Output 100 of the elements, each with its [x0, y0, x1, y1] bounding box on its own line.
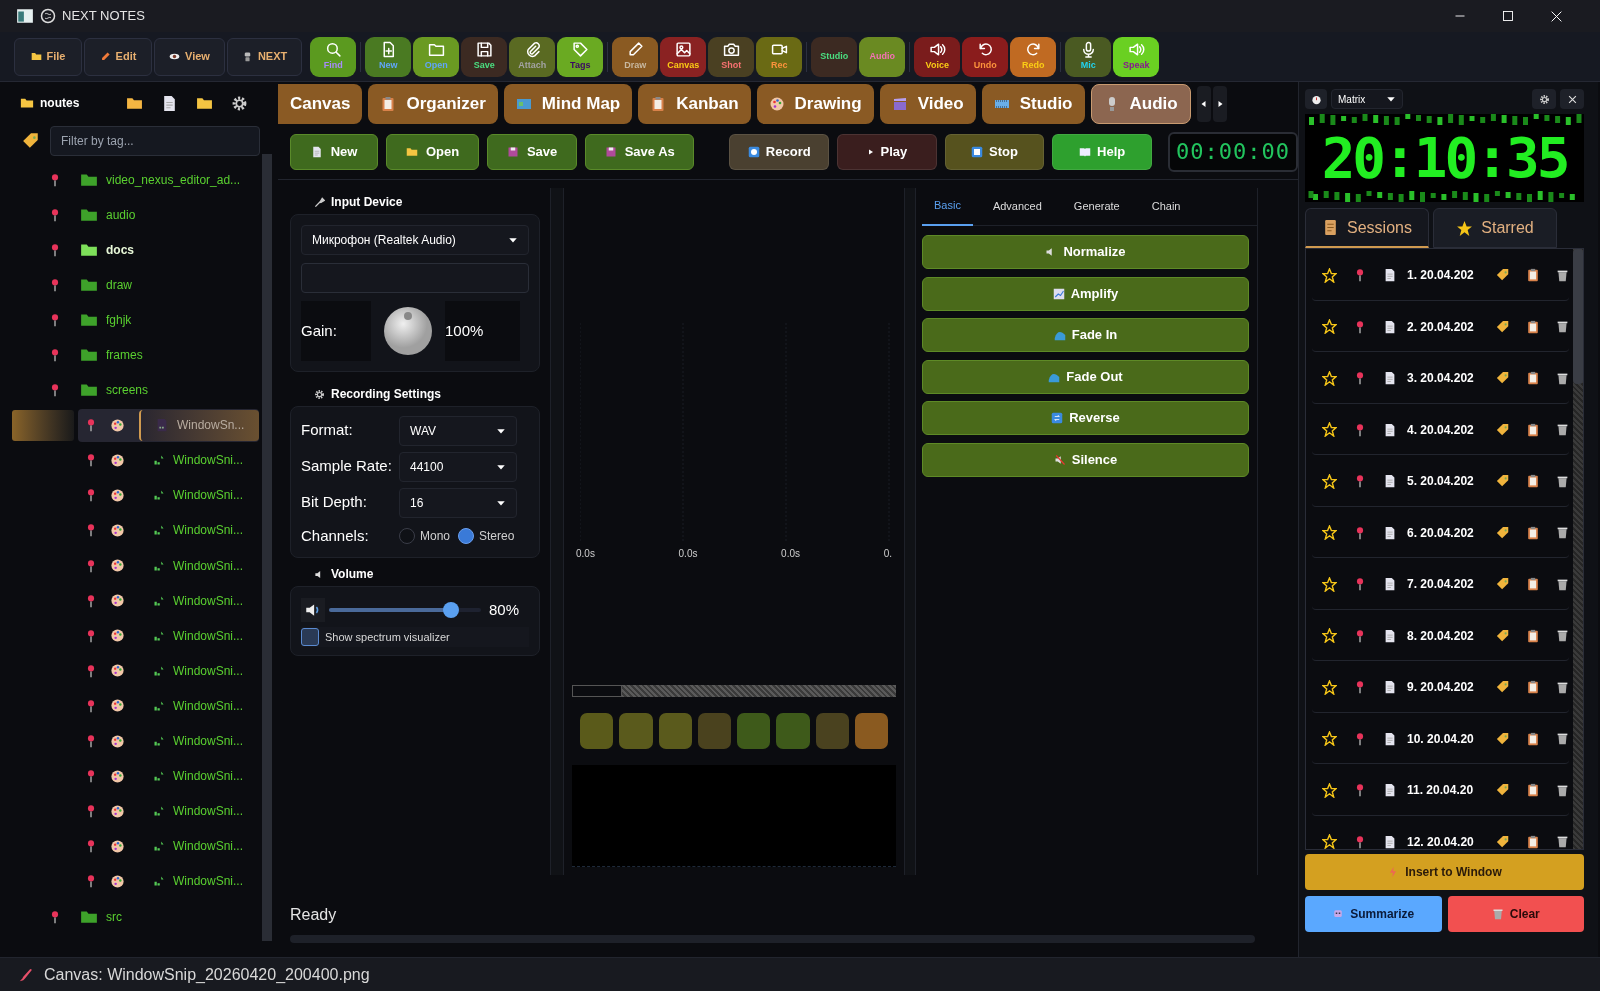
file-name[interactable]: WindowSni... [173, 451, 244, 470]
input-field[interactable] [301, 263, 529, 293]
folder-name[interactable]: video_nexus_editor_ad... [106, 170, 241, 189]
pad-button[interactable] [776, 713, 810, 749]
tab[interactable]: Organizer [368, 84, 498, 124]
toolbar-button[interactable]: Mic [1065, 36, 1112, 77]
file-name[interactable]: WindowSn... [139, 409, 259, 441]
tab[interactable]: Starred [1433, 208, 1557, 248]
toolbar-button[interactable]: Save [461, 36, 508, 77]
tab[interactable]: Mind Map [503, 84, 633, 124]
file-name[interactable]: WindowSni... [173, 626, 244, 645]
toolbar-button[interactable]: Undo [962, 36, 1009, 77]
pad-button[interactable] [854, 713, 888, 749]
file-name[interactable]: WindowSni... [173, 521, 244, 540]
menu-button[interactable]: Edit [84, 37, 152, 76]
file-name[interactable]: WindowSni... [173, 696, 244, 715]
file-name[interactable]: WindowSni... [173, 486, 244, 505]
session-card[interactable]: 1. 20.04.202 [1312, 250, 1569, 301]
session-card[interactable]: 9. 20.04.202 [1312, 662, 1569, 713]
tab[interactable]: Kanban [638, 84, 751, 124]
effect-button[interactable]: Silence [922, 442, 1249, 477]
pad-button[interactable] [737, 713, 771, 749]
tab[interactable]: Canvas [278, 84, 363, 124]
session-card[interactable]: 3. 20.04.202 [1312, 353, 1569, 404]
session-card[interactable]: 2. 20.04.202 [1312, 302, 1569, 352]
session-card[interactable]: 10. 20.04.20 [1312, 714, 1569, 764]
pad-button[interactable] [658, 713, 692, 749]
toolbar-button[interactable]: Save [486, 133, 578, 170]
effect-button[interactable]: Amplify [922, 276, 1249, 311]
close-button[interactable] [1560, 89, 1584, 109]
dropdown[interactable]: 16 [399, 487, 517, 518]
radio-button[interactable] [458, 528, 475, 544]
session-card[interactable]: 7. 20.04.202 [1312, 559, 1569, 610]
pad-button[interactable] [619, 713, 653, 749]
slider-thumb[interactable] [442, 602, 459, 618]
toolbar-button[interactable]: Record [729, 133, 830, 170]
gain-knob[interactable] [383, 306, 433, 356]
folder-name[interactable]: src [106, 907, 122, 926]
toolbar-button[interactable]: Canvas [660, 36, 707, 77]
file-name[interactable]: WindowSni... [173, 661, 244, 680]
tab[interactable]: Drawing [756, 84, 874, 124]
file-name[interactable]: WindowSni... [173, 732, 244, 751]
toolbar-button[interactable]: Shot [708, 36, 755, 77]
toolbar-button[interactable]: Open [386, 133, 479, 170]
effect-button[interactable]: Reverse [922, 401, 1249, 435]
timer-button[interactable] [1305, 89, 1327, 109]
effect-button[interactable]: Fade In [922, 318, 1249, 352]
menu-button[interactable]: File [14, 37, 82, 76]
radio-button[interactable] [399, 528, 415, 544]
pad-button[interactable] [697, 713, 731, 749]
dropdown[interactable]: Matrix [1331, 89, 1403, 109]
dropdown[interactable]: WAV [399, 415, 517, 446]
tab[interactable]: Basic [922, 187, 973, 226]
folder-name[interactable]: docs [106, 240, 134, 259]
folder-name[interactable]: draw [106, 275, 132, 294]
toolbar-button[interactable]: New [290, 133, 378, 170]
effect-button[interactable]: Fade Out [922, 359, 1249, 394]
dropdown[interactable]: 44100 [399, 451, 517, 482]
toolbar-button[interactable]: Tags [557, 36, 604, 77]
toolbar-button[interactable]: Save As [585, 133, 695, 170]
toolbar-button[interactable]: Stop [944, 133, 1045, 170]
session-card[interactable]: 8. 20.04.202 [1312, 611, 1569, 661]
session-card[interactable]: 6. 20.04.202 [1312, 508, 1569, 558]
folder-name[interactable]: audio [106, 205, 136, 224]
tab[interactable]: Studio [981, 84, 1085, 124]
settings-button[interactable] [1532, 89, 1556, 109]
toolbar-button[interactable]: Voice [914, 36, 961, 77]
session-card[interactable]: 11. 20.04.20 [1312, 765, 1569, 816]
filter-field[interactable]: Filter by tag... [50, 126, 260, 156]
tab[interactable]: Audio [1090, 84, 1191, 124]
session-card[interactable]: 4. 20.04.202 [1312, 405, 1569, 455]
tab[interactable]: Sessions [1305, 208, 1429, 248]
folder-name[interactable]: fghjk [106, 310, 132, 329]
menu-button[interactable]: NEXT [226, 37, 303, 76]
tab[interactable]: Advanced [980, 187, 1054, 226]
session-card[interactable]: 5. 20.04.202 [1312, 456, 1569, 507]
tab[interactable]: Video [879, 84, 976, 124]
dropdown[interactable]: Микрофон (Realtek Audio) [301, 225, 529, 255]
clear-button[interactable]: Clear [1447, 896, 1584, 932]
tab[interactable]: Generate [1061, 187, 1132, 226]
splitter-handle[interactable] [550, 188, 564, 875]
insert-button[interactable]: Insert to Window [1305, 854, 1584, 890]
summarize-button[interactable]: Summarize [1305, 896, 1442, 932]
volume-slider[interactable] [329, 601, 481, 619]
file-name[interactable]: WindowSni... [173, 556, 244, 575]
file-name[interactable]: WindowSni... [173, 802, 244, 821]
folder-name[interactable]: frames [106, 346, 143, 364]
toolbar-button[interactable]: Play [837, 133, 937, 170]
pad-button[interactable] [580, 713, 614, 749]
file-name[interactable]: WindowSni... [173, 767, 244, 786]
checkbox[interactable] [301, 628, 319, 646]
effect-button[interactable]: Normalize [922, 235, 1249, 269]
splitter-handle[interactable] [904, 188, 916, 875]
file-name[interactable]: WindowSni... [173, 591, 244, 610]
toolbar-button[interactable]: Speak [1113, 36, 1160, 77]
scroll-right-button[interactable] [1212, 86, 1227, 122]
file-name[interactable]: WindowSni... [173, 872, 244, 891]
pad-button[interactable] [815, 713, 849, 749]
toolbar-button[interactable]: Studio [811, 36, 858, 77]
tab[interactable]: Chain [1139, 187, 1193, 226]
